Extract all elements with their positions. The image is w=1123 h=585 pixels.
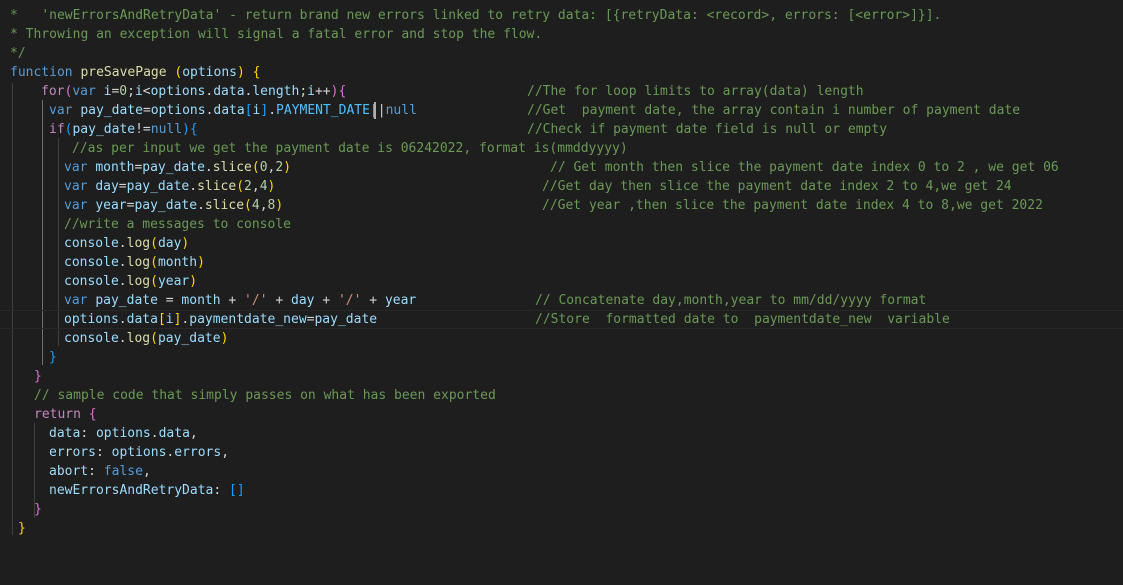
comment: * 'newErrorsAndRetryData' - return brand… bbox=[10, 8, 942, 23]
code-line[interactable]: abort: false, bbox=[0, 462, 1123, 481]
code-line[interactable]: } bbox=[0, 348, 1123, 367]
var-declaration: var day=pay_date.slice(2,4) bbox=[64, 179, 276, 194]
code-line[interactable]: } bbox=[0, 500, 1123, 519]
code-line[interactable]: console.log(year) bbox=[0, 272, 1123, 291]
code-line[interactable]: } bbox=[0, 519, 1123, 538]
object-property: data: options.data, bbox=[49, 426, 198, 441]
comment: //Check if payment date field is null or… bbox=[527, 122, 888, 137]
code-line[interactable]: data: options.data, bbox=[0, 424, 1123, 443]
function-declaration: function preSavePage (options) { bbox=[10, 65, 261, 80]
comment: //as per input we get the payment date i… bbox=[72, 141, 628, 156]
var-declaration: var pay_date = month + '/' + day + '/' +… bbox=[64, 293, 417, 308]
comment: //Get payment date, the array contain i … bbox=[527, 103, 1021, 118]
code-line[interactable]: return { bbox=[0, 405, 1123, 424]
comment: // sample code that simply passes on wha… bbox=[34, 388, 496, 403]
code-line[interactable]: var month=pay_date.slice(0,2) // Get mon… bbox=[0, 158, 1123, 177]
comment: * Throwing an exception will signal a fa… bbox=[10, 27, 543, 42]
code-line-current[interactable]: options.data[i].paymentdate_new=pay_date… bbox=[0, 310, 1123, 329]
code-line[interactable]: newErrorsAndRetryData: [] bbox=[0, 481, 1123, 500]
code-line[interactable]: //write a messages to console bbox=[0, 215, 1123, 234]
var-declaration: var year=pay_date.slice(4,8) bbox=[64, 198, 284, 213]
comment: //The for loop limits to array(data) len… bbox=[527, 84, 864, 99]
text-cursor bbox=[374, 102, 376, 119]
comment: */ bbox=[10, 46, 26, 61]
code-editor[interactable]: * 'newErrorsAndRetryData' - return brand… bbox=[0, 0, 1123, 585]
code-line[interactable]: // sample code that simply passes on wha… bbox=[0, 386, 1123, 405]
code-line[interactable]: } bbox=[0, 367, 1123, 386]
var-declaration: var month=pay_date.slice(0,2) bbox=[64, 160, 292, 175]
if-statement: if(pay_date!=null){ bbox=[49, 122, 198, 137]
comment: //Get day then slice the payment date in… bbox=[542, 179, 1012, 194]
code-line[interactable]: var pay_date = month + '/' + day + '/' +… bbox=[0, 291, 1123, 310]
comment: //Store formatted date to paymentdate_ne… bbox=[535, 312, 950, 327]
code-line[interactable]: console.log(month) bbox=[0, 253, 1123, 272]
code-line[interactable]: function preSavePage (options) { bbox=[0, 63, 1123, 82]
code-line[interactable]: */ bbox=[0, 44, 1123, 63]
object-property: abort: false, bbox=[49, 464, 151, 479]
code-line[interactable]: errors: options.errors, bbox=[0, 443, 1123, 462]
console-log-call: console.log(day) bbox=[64, 236, 190, 251]
code-line[interactable]: console.log(day) bbox=[0, 234, 1123, 253]
assignment-statement: options.data[i].paymentdate_new=pay_date bbox=[64, 312, 378, 327]
comment: // Get month then slice the payment date… bbox=[550, 160, 1059, 175]
code-line[interactable]: var day=pay_date.slice(2,4) //Get day th… bbox=[0, 177, 1123, 196]
var-declaration: var pay_date=options.data[i].PAYMENT_DAT… bbox=[49, 103, 417, 118]
closing-brace: } bbox=[18, 521, 26, 536]
closing-brace: } bbox=[34, 369, 42, 384]
code-line[interactable]: if(pay_date!=null){ //Check if payment d… bbox=[0, 120, 1123, 139]
object-property: newErrorsAndRetryData: [] bbox=[49, 483, 245, 498]
closing-brace: } bbox=[49, 350, 57, 365]
code-line[interactable]: * 'newErrorsAndRetryData' - return brand… bbox=[0, 6, 1123, 25]
return-statement: return { bbox=[34, 407, 97, 422]
closing-brace: } bbox=[34, 502, 42, 517]
for-statement: for(var i=0;i<options.data.length;i++){ bbox=[41, 84, 347, 99]
code-line[interactable]: for(var i=0;i<options.data.length;i++){ … bbox=[0, 82, 1123, 101]
code-line[interactable]: * Throwing an exception will signal a fa… bbox=[0, 25, 1123, 44]
console-log-call: console.log(year) bbox=[64, 274, 198, 289]
object-property: errors: options.errors, bbox=[49, 445, 230, 460]
code-line[interactable]: //as per input we get the payment date i… bbox=[0, 139, 1123, 158]
code-line[interactable]: console.log(pay_date) bbox=[0, 329, 1123, 348]
code-line[interactable]: var pay_date=options.data[i].PAYMENT_DAT… bbox=[0, 101, 1123, 120]
console-log-call: console.log(month) bbox=[64, 255, 205, 270]
console-log-call: console.log(pay_date) bbox=[64, 331, 229, 346]
comment: //write a messages to console bbox=[64, 217, 291, 232]
code-line[interactable]: var year=pay_date.slice(4,8) //Get year … bbox=[0, 196, 1123, 215]
comment: // Concatenate day,month,year to mm/dd/y… bbox=[535, 293, 927, 308]
comment: //Get year ,then slice the payment date … bbox=[542, 198, 1043, 213]
